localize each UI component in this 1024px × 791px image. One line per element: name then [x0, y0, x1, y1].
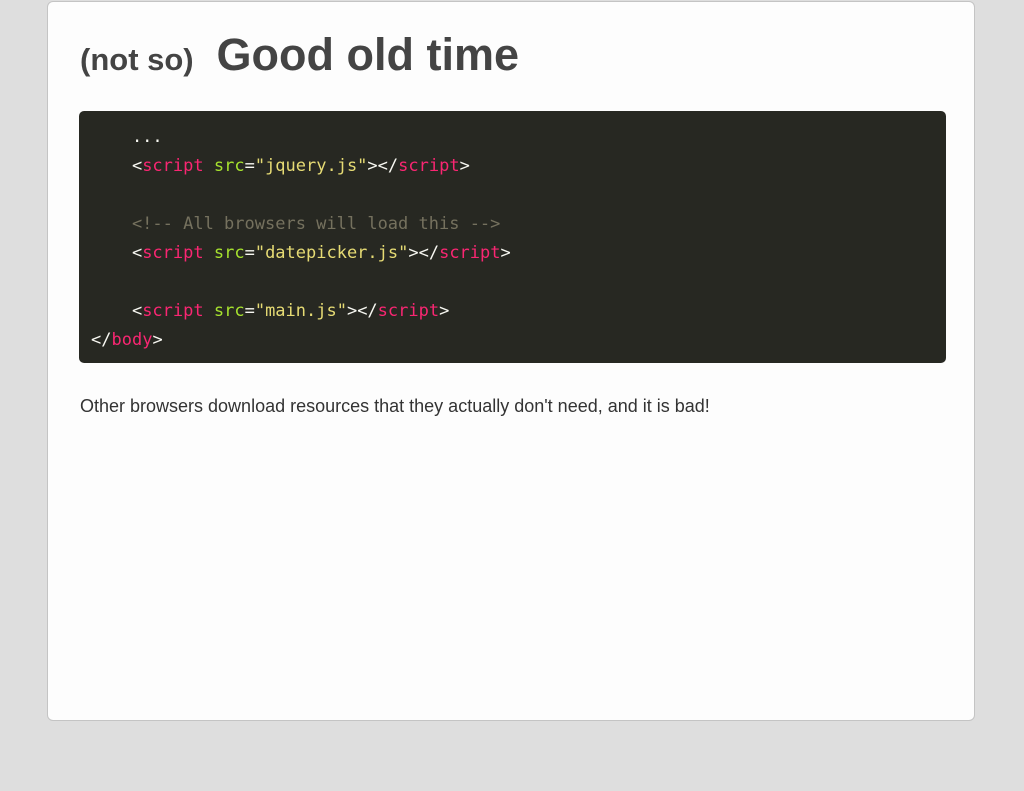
code-token: script — [142, 301, 204, 321]
code-token: script — [142, 243, 204, 263]
slide-caption: Other browsers download resources that t… — [80, 396, 710, 416]
title-prefix: (not so) — [80, 42, 194, 77]
code-token: "jquery.js" — [254, 156, 368, 176]
code-token: ... — [91, 127, 163, 147]
code-token: = — [244, 301, 255, 321]
code-token: script — [142, 156, 204, 176]
code-token: <!-- All browsers will load this --> — [91, 214, 501, 234]
code-line: </body> — [91, 326, 946, 355]
code-token: ></ — [408, 243, 440, 263]
code-line: <!-- All browsers will load this --> — [91, 210, 946, 239]
code-token: > — [152, 330, 163, 350]
code-token: = — [244, 243, 255, 263]
code-token: = — [244, 156, 255, 176]
code-token: script — [439, 243, 501, 263]
code-line: <script src="jquery.js"></script> — [91, 152, 946, 181]
code-token: src — [213, 243, 245, 263]
code-token: < — [91, 301, 143, 321]
code-token: "datepicker.js" — [254, 243, 409, 263]
slide-title: (not so) Good old time — [80, 32, 519, 77]
code-token: < — [91, 243, 143, 263]
code-token: script — [398, 156, 460, 176]
code-token: ></ — [367, 156, 399, 176]
code-token: > — [459, 156, 470, 176]
code-token: > — [500, 243, 511, 263]
code-token: "main.js" — [254, 301, 347, 321]
code-line: <script src="datepicker.js"></script> — [91, 239, 946, 268]
code-token: src — [213, 156, 245, 176]
code-token: < — [91, 156, 143, 176]
code-token: src — [213, 301, 245, 321]
code-token: > — [439, 301, 450, 321]
code-token: body — [111, 330, 153, 350]
code-line: ... — [91, 123, 946, 152]
code-token: </ — [91, 330, 112, 350]
title-main: Good old time — [216, 29, 520, 80]
slide: (not so) Good old time ... <script src="… — [47, 1, 975, 721]
code-token: script — [377, 301, 440, 321]
code-line: <script src="main.js"></script> — [91, 297, 946, 326]
code-token: ></ — [346, 301, 378, 321]
code-block: ... <script src="jquery.js"></script> <!… — [79, 111, 946, 363]
